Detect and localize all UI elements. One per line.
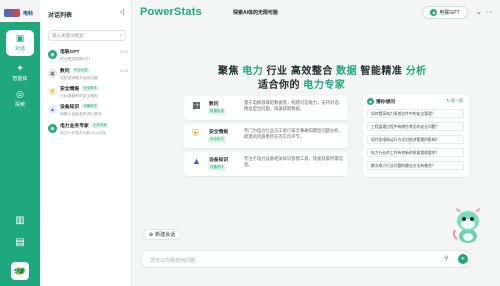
agent-card-device[interactable]: ▲ 设备知识 设备助手 专注于电力设备相关知识管理工具，快速获取所需信息。 xyxy=(184,152,348,176)
nav-rail: ▣ 对话 ✦ 智能体 ◎ 探索 ▥ ▤ xyxy=(0,22,40,286)
mascot-dragon-icon xyxy=(452,207,481,243)
bot-avatar-icon: ▦ xyxy=(48,69,57,78)
conversation-name: 安全情报 xyxy=(60,87,80,92)
message-placeholder: 您可以向我任何问题 xyxy=(150,258,196,264)
conversation-preview: 欢迎使用电联GPT xyxy=(60,57,91,61)
hero-highlight: 分析 xyxy=(405,66,427,77)
rail-item-label: 对话 xyxy=(14,46,25,52)
bot-avatar-icon: ◉ xyxy=(48,50,57,59)
hero-text: 聚焦 xyxy=(218,66,243,77)
rail-item-label: 探索 xyxy=(14,102,25,108)
conversation-tag: 安全助手 xyxy=(81,86,100,91)
logo-name: 电科 xyxy=(23,10,34,17)
suggested-question[interactable]: 如何提高电力系统文件中的安全管理？ xyxy=(367,109,464,118)
logo-mark-icon xyxy=(4,9,20,17)
send-button[interactable]: ➤ xyxy=(458,254,468,264)
conversation-name: 电力业务专家 xyxy=(60,124,89,129)
message-input[interactable]: 您可以向我任何问题 xyxy=(141,250,471,268)
agent-card-security[interactable]: ⛨ 安全情报 安全助手 专门为电力行业员工进行安全事故和典型问题分析，梳理风险隐… xyxy=(184,124,348,148)
conversation-item[interactable]: ▦ 数问 专业问答 11:29 您想咨询哪方面的问题 xyxy=(48,67,128,87)
conversation-preview: 您想咨询哪方面的问题 xyxy=(60,76,98,80)
conversation-name: 电联GPT xyxy=(60,50,80,55)
conversation-item[interactable]: ▲ 设备知识 设备助手 请输入设备名称进行查询 xyxy=(48,103,128,123)
avatar-icon: 🐲 xyxy=(13,265,27,277)
chevron-icon[interactable]: ⌄ xyxy=(476,8,482,16)
agent-card-shuwen[interactable]: ▦ 数问 数据检索 基于电网领域的数据库，构建问答能力，支持对话、精准定位问题，… xyxy=(184,96,348,120)
conversation-time: 11:30 xyxy=(119,49,129,54)
collapse-icon[interactable]: ‹| xyxy=(120,9,124,16)
hero-highlight: 电力专家 xyxy=(303,80,346,91)
new-chat-label: 新建会话 xyxy=(155,232,176,238)
bot-avatar-icon: ◉ xyxy=(367,98,374,105)
model-icon: ◉ xyxy=(430,9,438,16)
suggested-question[interactable]: 解决电力行业问题的最佳方法有哪些？ xyxy=(367,161,464,170)
conversation-panel: 对话列表 ‹| 输入关键词搜索 ⌕ ◉ 电联GPT 11:30 欢迎使用电联GPT… xyxy=(40,0,132,286)
card-tag: 数据检索 xyxy=(208,108,226,115)
conversation-tag: 专业问答 xyxy=(71,68,90,73)
conversation-item[interactable]: ◉ 电联GPT 11:30 欢迎使用电联GPT xyxy=(48,48,128,68)
document-icon[interactable]: ▤ xyxy=(12,236,28,250)
suggested-questions-panel: ◉ 猜你想问 ↻ 换一换 如何提高电力系统文件中的安全管理？ 工程监理过程中有哪… xyxy=(363,95,469,177)
rail-item-agent[interactable]: ✦ 智能体 xyxy=(6,60,34,86)
header-subtitle: 探索AI体的无限可能 xyxy=(233,10,279,16)
card-desc: 基于电网领域的数据库，构建问答能力，支持对话、精准定位问题，快速获取数据。 xyxy=(244,100,343,111)
new-chat-button[interactable]: ⊕ 新建会话 xyxy=(143,229,181,240)
main-header: PowerStats 探索AI体的无限可能 ◉ 电联GPT ⌄ ⋯ xyxy=(132,0,500,26)
agent-icon: ✦ xyxy=(16,63,24,73)
card-name: 安全情报 xyxy=(209,130,229,135)
rail-item-label: 智能体 xyxy=(12,76,28,82)
conversation-preview: 请输入设备名称进行查询 xyxy=(60,112,102,116)
conversation-preview: 已获取最新的安全情报 xyxy=(60,94,98,98)
card-desc: 专门为电力行业员工进行安全事故和典型问题分析，梳理风险隐患所在的工作环节。 xyxy=(244,128,343,139)
new-chat-icon: ⊕ xyxy=(148,231,154,238)
search-input[interactable]: 输入关键词搜索 ⌕ xyxy=(48,30,126,41)
card-desc: 专注于电力设备相关知识管理工具，快速获取所需信息。 xyxy=(244,156,343,167)
explore-icon: ◎ xyxy=(16,89,24,99)
model-label: 电联GPT xyxy=(439,10,460,16)
suggested-question[interactable]: 工程监理过程中有哪些常见的安全问题？ xyxy=(367,122,464,131)
conversation-name: 设备知识 xyxy=(60,105,80,110)
more-icon[interactable]: ⋯ xyxy=(486,8,493,16)
model-selector-button[interactable]: ◉ 电联GPT xyxy=(422,6,468,19)
conversation-preview: 电力行业相关问题可以问我 xyxy=(60,131,106,135)
hero-line-1: 聚焦 电力 行业 高效整合 数据 智能精准 分析 xyxy=(218,62,427,77)
conversation-item[interactable]: ⛨ 安全情报 安全助手 已获取最新的安全情报 xyxy=(48,85,128,105)
shield-icon: ⛨ xyxy=(48,87,57,96)
hero-text: 智能精准 xyxy=(357,66,406,77)
conversation-tag: 设备助手 xyxy=(81,104,100,109)
app-logo: 电科 xyxy=(4,7,33,19)
rail-item-chat[interactable]: ▣ 对话 xyxy=(6,30,34,56)
suggested-title: 猜你想问 xyxy=(376,100,396,105)
panel-title: 对话列表 xyxy=(48,13,73,19)
refresh-button[interactable]: ↻ 换一换 xyxy=(447,98,463,104)
card-tag: 安全助手 xyxy=(208,136,226,143)
refresh-label: 换一换 xyxy=(451,98,463,103)
chat-icon: ▣ xyxy=(15,33,25,43)
avatar[interactable]: 🐲 xyxy=(11,262,29,280)
sidebar-icon[interactable]: ▥ xyxy=(12,214,28,228)
shield-icon: ⛨ xyxy=(192,128,199,138)
device-icon: ▲ xyxy=(192,156,201,166)
send-icon: ➤ xyxy=(460,256,466,262)
hero-line-2: 适合你的 电力专家 xyxy=(258,76,345,91)
conversation-tag: 业务专家 xyxy=(90,123,109,128)
device-icon: ▲ xyxy=(48,105,57,114)
database-icon: ▦ xyxy=(192,100,201,110)
card-name: 设备知识 xyxy=(209,158,229,163)
card-tag: 设备助手 xyxy=(208,164,226,171)
rail-item-explore[interactable]: ◎ 探索 xyxy=(6,86,34,112)
attach-icon[interactable]: ⚲ xyxy=(444,255,448,262)
conversation-time: 11:29 xyxy=(119,68,129,73)
brand-title: PowerStats xyxy=(140,6,202,18)
search-icon: ⌕ xyxy=(119,33,122,38)
conversation-item[interactable]: ◉ 电力业务专家 业务专家 电力行业相关问题可以问我 xyxy=(48,122,128,142)
search-placeholder: 输入关键词搜索 xyxy=(52,32,84,38)
hero-text: 适合你的 xyxy=(258,80,304,91)
suggested-question[interactable]: 现代化电网运行方式对经济管理的影响？ xyxy=(367,135,464,144)
suggested-question[interactable]: 电力行业的工作有何新的质量管理要求？ xyxy=(367,148,464,157)
bot-avatar-icon: ◉ xyxy=(48,124,57,133)
conversation-name: 数问 xyxy=(60,69,70,74)
card-name: 数问 xyxy=(209,102,219,107)
